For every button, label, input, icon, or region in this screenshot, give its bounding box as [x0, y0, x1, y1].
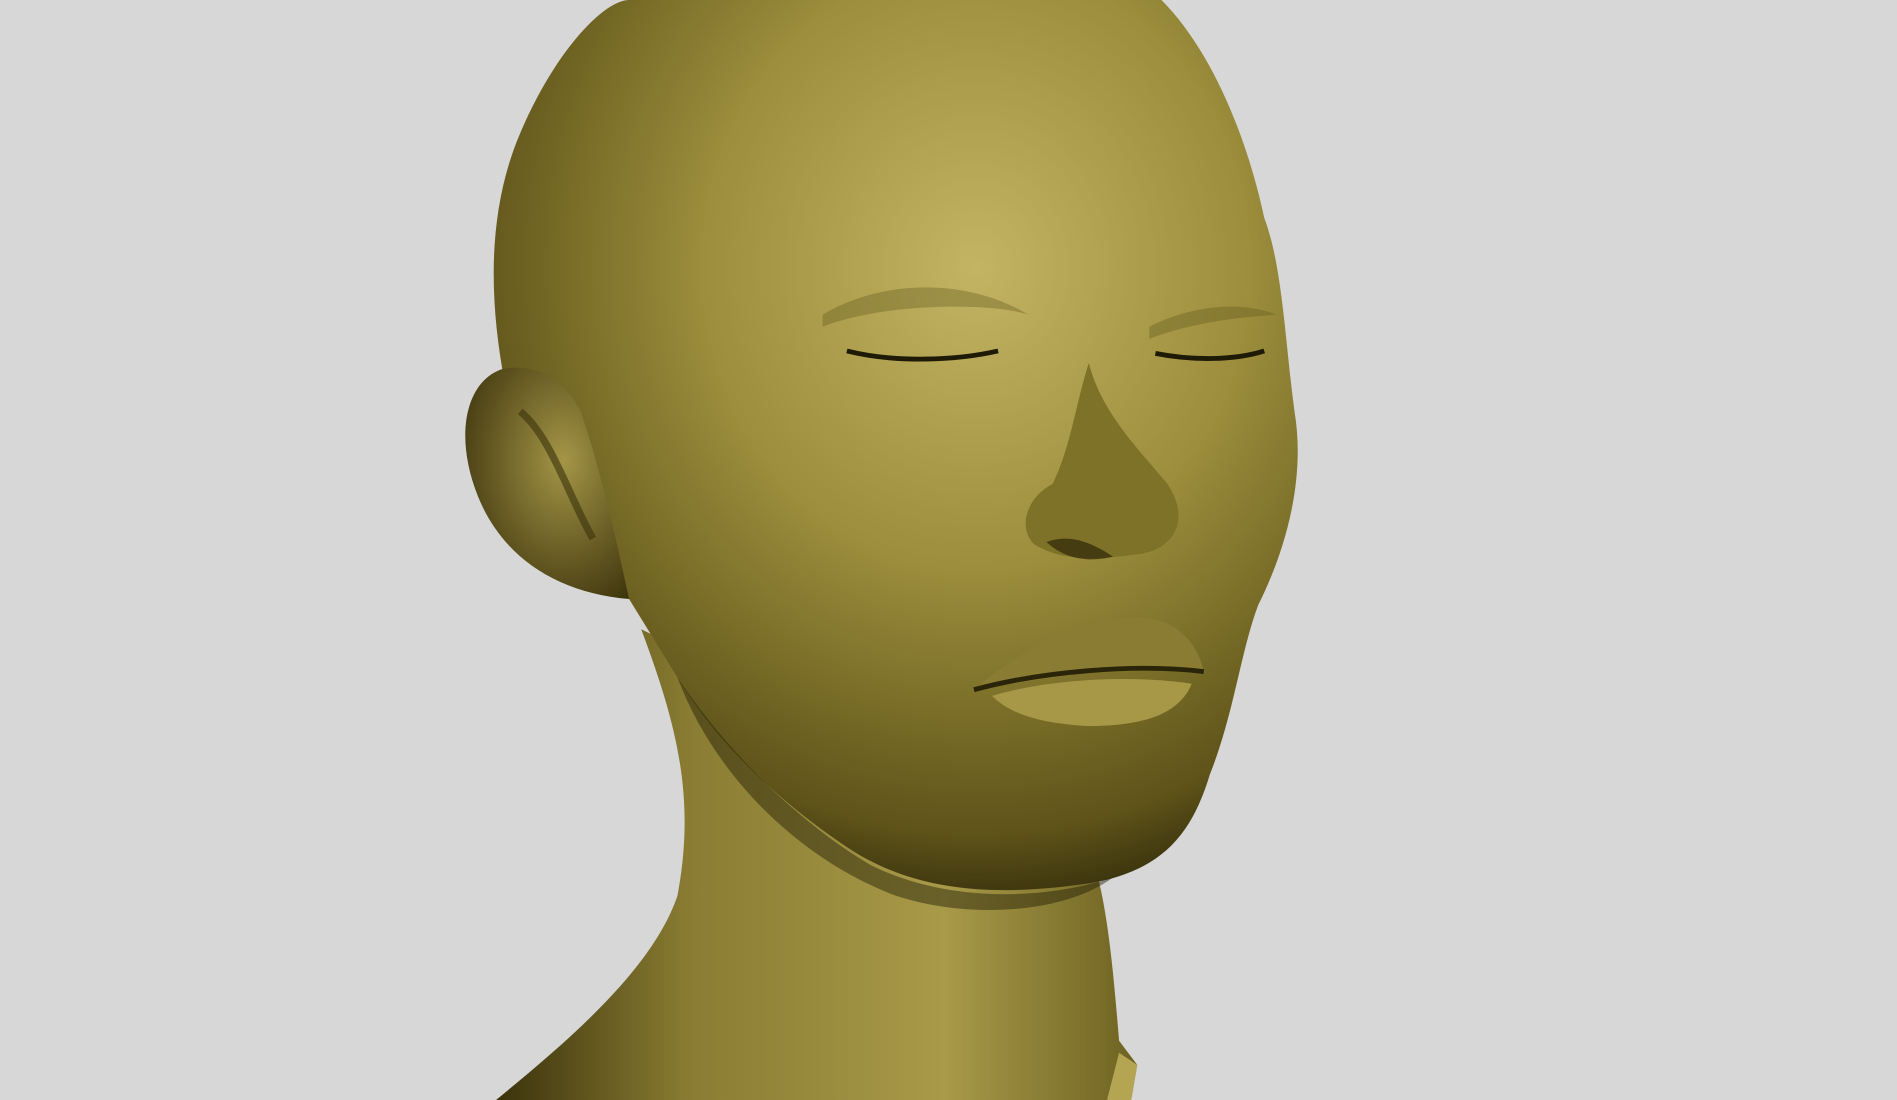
3d-viewport[interactable]: [0, 0, 1897, 1100]
